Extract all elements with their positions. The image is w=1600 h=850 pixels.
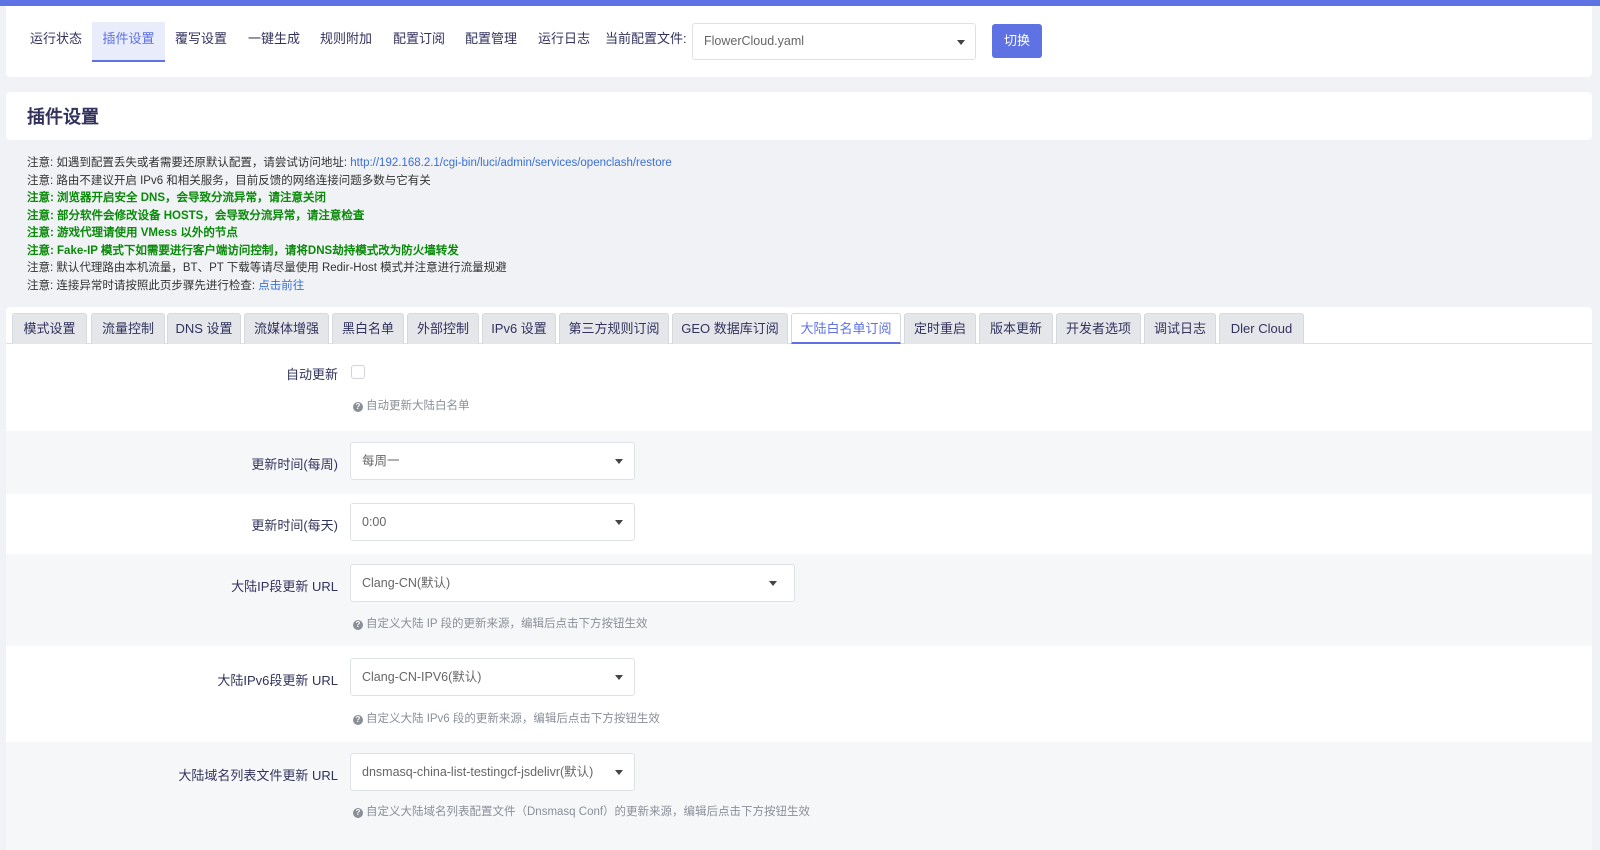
daily-time-label: 更新时间(每天) xyxy=(251,518,338,533)
notice-secure-dns: 注意: 浏览器开启安全 DNS，会导致分流异常，请注意关闭 xyxy=(27,192,326,204)
row-daily-time: 更新时间(每天) 0:00 xyxy=(6,494,1592,554)
notice-troubleshoot: 注意: 连接异常时请按照此页步骤先进行检查: 点击前往 xyxy=(27,278,1427,296)
hint-text: 自定义大陆 IPv6 段的更新来源，编辑后点击下方按钮生效 xyxy=(366,713,660,725)
row-domain-url: 大陆域名列表文件更新 URL dnsmasq-china-list-testin… xyxy=(6,742,1592,850)
weekly-time-label: 更新时间(每周) xyxy=(251,457,338,472)
question-circle-icon: ? xyxy=(353,715,363,725)
config-file-select[interactable]: FlowerCloud.yaml xyxy=(692,23,976,60)
row-ipv6-url: 大陆IPv6段更新 URL Clang-CN-IPV6(默认) ? 自定义大陆 I… xyxy=(6,646,1592,742)
nav-item-status[interactable]: 运行状态 xyxy=(24,22,88,62)
tab-black-white-list[interactable]: 黑白名单 xyxy=(332,313,404,344)
tab-geo-database[interactable]: GEO 数据库订阅 xyxy=(672,313,788,344)
top-nav: 运行状态 插件设置 覆写设置 一键生成 规则附加 配置订阅 配置管理 运行日志 … xyxy=(6,6,1592,77)
tab-mode-settings[interactable]: 模式设置 xyxy=(12,313,87,344)
chevron-down-icon xyxy=(615,675,623,680)
auto-update-checkbox[interactable] xyxy=(351,365,365,379)
nav-item-run-log[interactable]: 运行日志 xyxy=(532,22,596,62)
question-circle-icon: ? xyxy=(353,808,363,818)
notice-hosts: 注意: 部分软件会修改设备 HOSTS，会导致分流异常，请注意检查 xyxy=(27,209,365,222)
weekly-time-select[interactable]: 每周一 xyxy=(350,442,635,480)
tab-china-whitelist[interactable]: 大陆白名单订阅 xyxy=(791,313,901,344)
hint-text: 自定义大陆 IP 段的更新来源，编辑后点击下方按钮生效 xyxy=(366,618,648,630)
domain-url-hint: ? 自定义大陆域名列表配置文件（Dnsmasq Conf）的更新来源，编辑后点击下… xyxy=(353,803,810,819)
nav-item-config-subscribe[interactable]: 配置订阅 xyxy=(387,22,451,62)
config-file-value: FlowerCloud.yaml xyxy=(704,34,805,48)
troubleshoot-link[interactable]: 点击前往 xyxy=(258,280,304,292)
tab-version-update[interactable]: 版本更新 xyxy=(979,313,1053,344)
tab-external-control[interactable]: 外部控制 xyxy=(407,313,479,344)
question-circle-icon: ? xyxy=(353,620,363,630)
tab-traffic-control[interactable]: 流量控制 xyxy=(91,313,165,344)
notice-list: 注意: 如遇到配置丢失或者需要还原默认配置，请尝试访问地址: http://19… xyxy=(27,155,1427,295)
chevron-down-icon xyxy=(615,770,623,775)
auto-update-hint: ? 自动更新大陆白名单 xyxy=(353,397,470,413)
domain-url-label: 大陆域名列表文件更新 URL xyxy=(178,768,338,783)
domain-url-value: dnsmasq-china-list-testingcf-jsdelivr(默认… xyxy=(362,765,594,779)
tab-debug-log[interactable]: 调试日志 xyxy=(1144,313,1216,344)
hint-text: 自动更新大陆白名单 xyxy=(366,400,470,412)
domain-url-select[interactable]: dnsmasq-china-list-testingcf-jsdelivr(默认… xyxy=(350,753,635,791)
nav-item-one-click-generate[interactable]: 一键生成 xyxy=(242,22,306,62)
chevron-down-icon xyxy=(615,520,623,525)
notice-game-proxy: 注意: 游戏代理请使用 VMess 以外的节点 xyxy=(27,227,238,239)
daily-time-select[interactable]: 0:00 xyxy=(350,503,635,541)
ip-url-select[interactable]: Clang-CN(默认) xyxy=(350,564,795,602)
page-title-card: 插件设置 xyxy=(6,92,1592,140)
row-auto-update: 自动更新 ? 自动更新大陆白名单 xyxy=(6,344,1592,431)
nav-item-overwrite-settings[interactable]: 覆写设置 xyxy=(169,22,233,62)
restore-link[interactable]: http://192.168.2.1/cgi-bin/luci/admin/se… xyxy=(350,157,672,169)
notice-fake-ip: 注意: Fake-IP 模式下如需要进行客户端访问控制，请将DNS劫持模式改为防… xyxy=(27,244,459,257)
question-circle-icon: ? xyxy=(353,402,363,412)
daily-time-value: 0:00 xyxy=(362,515,387,529)
tab-streaming[interactable]: 流媒体增强 xyxy=(244,313,329,344)
switch-config-button[interactable]: 切换 xyxy=(992,24,1042,58)
tab-scheduled-restart[interactable]: 定时重启 xyxy=(904,313,976,344)
tab-dler-cloud[interactable]: Dler Cloud xyxy=(1219,313,1304,344)
ipv6-url-select[interactable]: Clang-CN-IPV6(默认) xyxy=(350,658,635,696)
config-file-label: 当前配置文件: xyxy=(605,31,687,46)
tab-developer-options[interactable]: 开发者选项 xyxy=(1056,313,1141,344)
ip-url-value: Clang-CN(默认) xyxy=(362,576,451,590)
auto-update-label: 自动更新 xyxy=(285,367,338,382)
ipv6-url-value: Clang-CN-IPV6(默认) xyxy=(362,670,482,684)
chevron-down-icon xyxy=(957,40,965,45)
row-weekly-time: 更新时间(每周) 每周一 xyxy=(6,431,1592,494)
settings-panel: 模式设置 流量控制 DNS 设置 流媒体增强 黑白名单 外部控制 IPv6 设置… xyxy=(6,307,1592,850)
hint-text: 自定义大陆域名列表配置文件（Dnsmasq Conf）的更新来源，编辑后点击下方… xyxy=(366,806,811,818)
nav-item-rule-append[interactable]: 规则附加 xyxy=(314,22,378,62)
tab-ipv6-settings[interactable]: IPv6 设置 xyxy=(482,313,556,344)
notice-ipv6: 注意: 路由不建议开启 IPv6 和相关服务，目前反馈的网络连接问题多数与它有关 xyxy=(27,174,431,187)
weekly-time-value: 每周一 xyxy=(362,454,400,468)
notice-text: 注意: 连接异常时请按照此页步骤先进行检查: xyxy=(27,279,259,292)
tab-bar: 模式设置 流量控制 DNS 设置 流媒体增强 黑白名单 外部控制 IPv6 设置… xyxy=(6,307,1592,344)
tab-dns-settings[interactable]: DNS 设置 xyxy=(167,313,241,344)
nav-item-plugin-settings[interactable]: 插件设置 xyxy=(92,22,165,62)
chevron-down-icon xyxy=(769,581,777,586)
chevron-down-icon xyxy=(615,459,623,464)
notice-local-traffic: 注意: 默认代理路由本机流量，BT、PT 下载等请尽量使用 Redir-Host… xyxy=(27,262,507,274)
ip-url-hint: ? 自定义大陆 IP 段的更新来源，编辑后点击下方按钮生效 xyxy=(353,615,648,631)
notice-text: 注意: 如遇到配置丢失或者需要还原默认配置，请尝试访问地址: xyxy=(27,157,351,169)
nav-item-config-manage[interactable]: 配置管理 xyxy=(459,22,523,62)
notice-restore: 注意: 如遇到配置丢失或者需要还原默认配置，请尝试访问地址: http://19… xyxy=(27,155,1427,173)
page-title: 插件设置 xyxy=(27,107,99,127)
tab-third-party-rules[interactable]: 第三方规则订阅 xyxy=(559,313,669,344)
ip-url-label: 大陆IP段更新 URL xyxy=(231,579,338,594)
ipv6-url-label: 大陆IPv6段更新 URL xyxy=(217,673,338,688)
row-ip-url: 大陆IP段更新 URL Clang-CN(默认) ? 自定义大陆 IP 段的更新来… xyxy=(6,554,1592,646)
ipv6-url-hint: ? 自定义大陆 IPv6 段的更新来源，编辑后点击下方按钮生效 xyxy=(353,710,660,726)
